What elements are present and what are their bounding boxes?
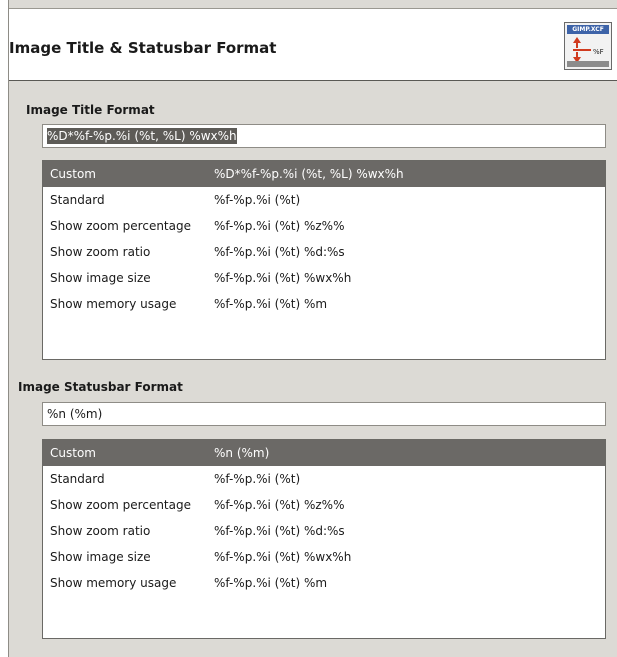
title-format-row[interactable]: Show memory usage %f-%p.%i (%t) %m xyxy=(43,291,605,317)
preset-format: %f-%p.%i (%t) %z%% xyxy=(214,219,345,233)
icon-label: GIMP.XCF xyxy=(567,25,609,34)
preset-format: %f-%p.%i (%t) xyxy=(214,193,301,207)
title-format-row[interactable]: Show zoom ratio %f-%p.%i (%t) %d:%s xyxy=(43,239,605,265)
preset-name: Show image size xyxy=(50,550,151,564)
preset-format: %f-%p.%i (%t) %m xyxy=(214,576,328,590)
preset-format: %f-%p.%i (%t) %wx%h xyxy=(214,271,352,285)
preset-format: %f-%p.%i (%t) %m xyxy=(214,297,328,311)
entry-selected-text: %D*%f-%p.%i (%t, %L) %wx%h xyxy=(47,128,237,144)
preset-format: %f-%p.%i (%t) %d:%s xyxy=(214,524,345,538)
image-statusbar-format-list[interactable]: Custom %n (%m) Standard %f-%p.%i (%t) Show z… xyxy=(42,439,606,639)
preset-name: Standard xyxy=(50,472,105,486)
preset-name: Custom xyxy=(50,167,96,181)
image-statusbar-format-input[interactable]: %n (%m) xyxy=(42,402,606,426)
title-format-row[interactable]: Standard %f-%p.%i (%t) xyxy=(43,187,605,213)
title-format-row[interactable]: Show zoom percentage %f-%p.%i (%t) %z%% xyxy=(43,213,605,239)
statusbar-format-row[interactable]: Show memory usage %f-%p.%i (%t) %m xyxy=(43,570,605,596)
svg-text:%F: %F xyxy=(593,48,604,56)
preset-name: Show zoom percentage xyxy=(50,498,191,512)
preset-name: Standard xyxy=(50,193,105,207)
preset-name: Custom xyxy=(50,446,96,460)
top-strip xyxy=(9,0,617,8)
preset-format: %f-%p.%i (%t) %d:%s xyxy=(214,245,345,259)
preset-format: %f-%p.%i (%t) %wx%h xyxy=(214,550,352,564)
image-statusbar-format-label: Image Statusbar Format xyxy=(18,380,183,394)
statusbar-format-row[interactable]: Custom %n (%m) xyxy=(43,440,605,466)
preset-name: Show zoom ratio xyxy=(50,245,151,259)
statusbar-format-row[interactable]: Show zoom percentage %f-%p.%i (%t) %z%% xyxy=(43,492,605,518)
statusbar-format-row[interactable]: Show zoom ratio %f-%p.%i (%t) %d:%s xyxy=(43,518,605,544)
preset-name: Show memory usage xyxy=(50,297,177,311)
preset-format: %n (%m) xyxy=(214,446,270,460)
image-title-format-list[interactable]: Custom %D*%f-%p.%i (%t, %L) %wx%h Standard… xyxy=(42,160,606,360)
image-title-format-input[interactable]: %D*%f-%p.%i (%t, %L) %wx%h xyxy=(42,124,606,148)
page-header: Image Title & Statusbar Format GIMP.XCF … xyxy=(9,8,617,81)
preset-name: Show memory usage xyxy=(50,576,177,590)
title-format-row[interactable]: Show image size %f-%p.%i (%t) %wx%h xyxy=(43,265,605,291)
image-title-format-label: Image Title Format xyxy=(26,103,155,117)
gimp-format-icon: GIMP.XCF %F xyxy=(564,22,612,70)
title-format-row[interactable]: Custom %D*%f-%p.%i (%t, %L) %wx%h xyxy=(43,161,605,187)
page-title: Image Title & Statusbar Format xyxy=(9,39,277,57)
statusbar-format-row[interactable]: Show image size %f-%p.%i (%t) %wx%h xyxy=(43,544,605,570)
preset-format: %D*%f-%p.%i (%t, %L) %wx%h xyxy=(214,167,404,181)
window-left-edge xyxy=(0,0,9,657)
preset-format: %f-%p.%i (%t) %z%% xyxy=(214,498,345,512)
statusbar-format-row[interactable]: Standard %f-%p.%i (%t) xyxy=(43,466,605,492)
preset-format: %f-%p.%i (%t) xyxy=(214,472,301,486)
preset-name: Show zoom ratio xyxy=(50,524,151,538)
icon-bottom-bar xyxy=(567,61,609,67)
preset-name: Show zoom percentage xyxy=(50,219,191,233)
preset-name: Show image size xyxy=(50,271,151,285)
